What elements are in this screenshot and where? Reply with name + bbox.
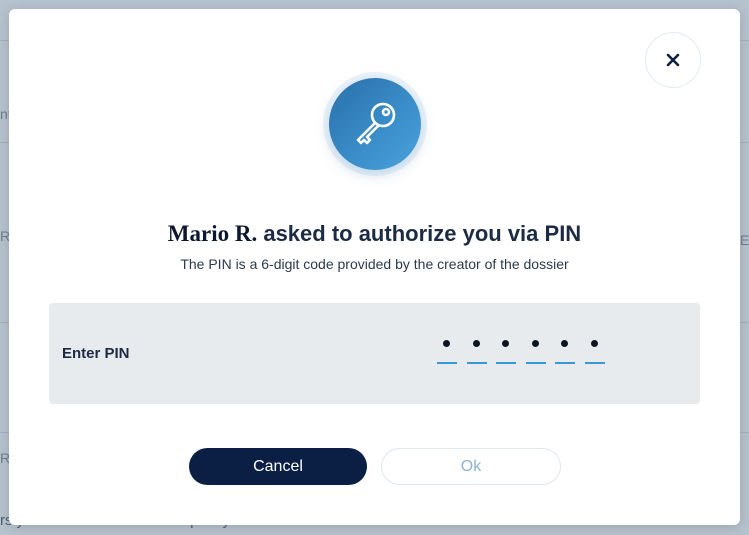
- close-icon: [666, 53, 680, 67]
- background-text-fragment: E: [740, 232, 749, 248]
- pin-panel: Enter PIN: [49, 303, 700, 404]
- pin-digit-5[interactable]: [555, 334, 576, 364]
- dialog-title: Mario R. asked to authorize you via PIN: [9, 221, 740, 247]
- pin-mask-dot: [531, 340, 539, 347]
- pin-digit-6[interactable]: [584, 334, 605, 364]
- pin-input[interactable]: [437, 334, 615, 364]
- pin-digit-4[interactable]: [525, 334, 546, 364]
- pin-mask-dot: [590, 340, 598, 347]
- dialog-title-text: asked to authorize you via PIN: [257, 221, 582, 246]
- pin-label: Enter PIN: [62, 345, 130, 362]
- pin-digit-1[interactable]: [437, 334, 457, 364]
- pin-digit-3[interactable]: [496, 334, 517, 364]
- dialog-subtitle: The PIN is a 6-digit code provided by th…: [180, 256, 569, 272]
- ok-button[interactable]: Ok: [381, 448, 561, 485]
- authorize-pin-dialog: Mario R. asked to authorize you via PIN …: [9, 9, 740, 525]
- pin-mask-dot: [472, 340, 480, 347]
- pin-mask-dot: [502, 340, 510, 347]
- pin-mask-dot: [561, 340, 569, 347]
- cancel-button[interactable]: Cancel: [189, 448, 367, 485]
- key-icon: [356, 102, 396, 145]
- pin-mask-dot: [443, 340, 450, 347]
- key-badge: [329, 78, 421, 170]
- close-button[interactable]: [645, 32, 701, 88]
- requester-name: Mario R.: [167, 221, 258, 246]
- pin-digit-2[interactable]: [466, 334, 487, 364]
